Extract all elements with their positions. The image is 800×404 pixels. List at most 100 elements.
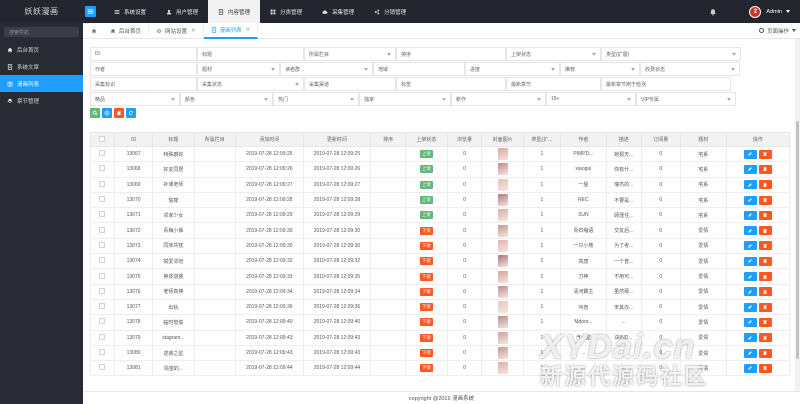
filter-row1-field-2[interactable]: 所属栏目	[304, 47, 396, 61]
topnav-item-1[interactable]: 用户管理	[156, 0, 208, 23]
status-badge[interactable]: 下架	[419, 349, 433, 357]
topnav-item-4[interactable]: 采集管理	[312, 0, 364, 23]
status-badge[interactable]: 下架	[419, 272, 433, 281]
delete-button[interactable]	[758, 180, 772, 190]
delete-button[interactable]	[758, 241, 772, 251]
row-checkbox-cell[interactable]	[90, 161, 115, 178]
row-checkbox-cell[interactable]	[90, 268, 115, 285]
row-checkbox-cell[interactable]	[90, 176, 115, 193]
cover-thumbnail[interactable]	[497, 255, 508, 268]
filter-row1-field-3[interactable]: 排序	[396, 47, 506, 61]
status-badge[interactable]: 下架	[419, 303, 433, 312]
filter-row1-field-4[interactable]: 上架状态	[506, 47, 601, 61]
close-icon[interactable]: ✕	[191, 28, 196, 34]
filter-row3-field-0[interactable]: 采集标识	[90, 77, 197, 91]
page-operations-dropdown[interactable]: 页面操作	[758, 27, 796, 35]
filter-row2-field-0[interactable]: 作者	[90, 62, 197, 76]
delete-button[interactable]	[758, 317, 772, 327]
batch-delete-button[interactable]	[114, 108, 124, 118]
cover-thumbnail[interactable]	[497, 270, 508, 283]
notification-icon[interactable]	[709, 8, 717, 16]
row-checkbox[interactable]	[99, 333, 106, 340]
row-checkbox[interactable]	[99, 287, 106, 294]
row-checkbox[interactable]	[99, 180, 106, 187]
row-checkbox-cell[interactable]	[90, 344, 115, 362]
status-badge[interactable]: 下架	[419, 241, 433, 250]
cover-thumbnail[interactable]	[497, 316, 508, 329]
filter-row4-field-0[interactable]: 精品	[90, 92, 180, 106]
cover-thumbnail[interactable]	[497, 209, 508, 222]
row-checkbox-cell[interactable]	[90, 207, 115, 224]
edit-button[interactable]	[743, 363, 757, 373]
filter-row2-field-4[interactable]: 进度	[465, 62, 560, 76]
avatar[interactable]: 2	[749, 5, 762, 18]
status-badge[interactable]: 下架	[419, 257, 433, 266]
cover-thumbnail[interactable]	[497, 194, 508, 207]
cover-thumbnail[interactable]	[497, 285, 508, 298]
row-checkbox[interactable]	[99, 349, 106, 355]
row-checkbox-cell[interactable]	[90, 283, 115, 300]
row-checkbox[interactable]	[99, 257, 106, 264]
vertical-scrollbar[interactable]	[795, 39, 800, 391]
row-checkbox-cell[interactable]	[90, 298, 115, 316]
status-badge[interactable]: 下架	[419, 364, 433, 373]
edit-button[interactable]	[743, 210, 757, 220]
filter-row3-field-3[interactable]: 标签	[396, 77, 506, 91]
edit-button[interactable]	[743, 287, 757, 297]
row-checkbox-cell[interactable]	[90, 329, 115, 346]
edit-button[interactable]	[743, 195, 757, 205]
delete-button[interactable]	[758, 256, 772, 266]
sidebar-search-input[interactable]: 搜索导航	[4, 27, 79, 37]
status-badge[interactable]: 下架	[419, 318, 433, 327]
status-badge[interactable]: 上架	[419, 180, 433, 189]
topnav-item-3[interactable]: 分类管理	[260, 0, 312, 23]
filter-row4-field-4[interactable]: 新作	[451, 92, 546, 106]
filter-row2-field-5[interactable]: 推荐	[560, 62, 640, 76]
filter-row3-field-4[interactable]: 最新章节	[506, 77, 601, 91]
filter-row3-field-5[interactable]: 最新章节用于检测	[601, 77, 731, 91]
sidebar-item-2[interactable]: 漫画列表	[0, 75, 83, 92]
sidebar-item-0[interactable]: 后台首页	[0, 41, 83, 58]
filter-row1-field-1[interactable]: 标题	[197, 47, 304, 61]
filter-row4-field-5[interactable]: 18+	[546, 92, 636, 106]
topnav-item-0[interactable]: 系统设置	[104, 0, 156, 23]
status-badge[interactable]: 上架	[419, 165, 433, 174]
select-all-checkbox[interactable]	[99, 135, 106, 142]
edit-button[interactable]	[743, 226, 757, 236]
filter-row2-field-6[interactable]: 收费状态	[640, 62, 740, 76]
close-icon[interactable]: ✕	[246, 27, 251, 33]
topnav-item-2[interactable]: 内容管理	[208, 0, 261, 23]
delete-button[interactable]	[758, 333, 772, 343]
home-icon[interactable]	[91, 28, 97, 34]
delete-button[interactable]	[758, 272, 772, 282]
status-badge[interactable]: 上架	[419, 150, 433, 159]
username[interactable]: Admin	[766, 9, 782, 15]
edit-button[interactable]	[743, 272, 757, 282]
delete-button[interactable]	[758, 149, 772, 159]
filter-row3-field-2[interactable]: 采集渠道	[304, 77, 396, 91]
row-checkbox-cell[interactable]	[90, 253, 115, 270]
menu-toggle-button[interactable]	[85, 6, 96, 17]
row-checkbox[interactable]	[99, 196, 106, 203]
delete-button[interactable]	[758, 287, 772, 297]
row-checkbox-cell[interactable]	[90, 145, 115, 163]
delete-button[interactable]	[758, 210, 772, 220]
row-checkbox[interactable]	[99, 318, 106, 325]
refresh-button[interactable]	[126, 108, 136, 118]
edit-button[interactable]	[743, 333, 757, 343]
filter-row3-field-1[interactable]: 采集状态	[197, 77, 304, 91]
status-badge[interactable]: 上架	[419, 211, 433, 220]
delete-button[interactable]	[758, 195, 772, 205]
status-badge[interactable]: 下架	[419, 287, 433, 296]
tab-1[interactable]: 网站设置 ✕	[149, 22, 204, 39]
row-checkbox-cell[interactable]	[90, 191, 115, 209]
edit-button[interactable]	[743, 149, 757, 159]
filter-row4-field-1[interactable]: 颜色	[180, 92, 273, 106]
edit-button[interactable]	[743, 302, 757, 312]
edit-button[interactable]	[743, 241, 757, 251]
row-checkbox[interactable]	[99, 303, 106, 310]
filter-row2-field-1[interactable]: 题材	[197, 62, 280, 76]
status-badge[interactable]: 上架	[419, 196, 433, 205]
row-checkbox[interactable]	[99, 226, 106, 233]
edit-button[interactable]	[743, 180, 757, 190]
